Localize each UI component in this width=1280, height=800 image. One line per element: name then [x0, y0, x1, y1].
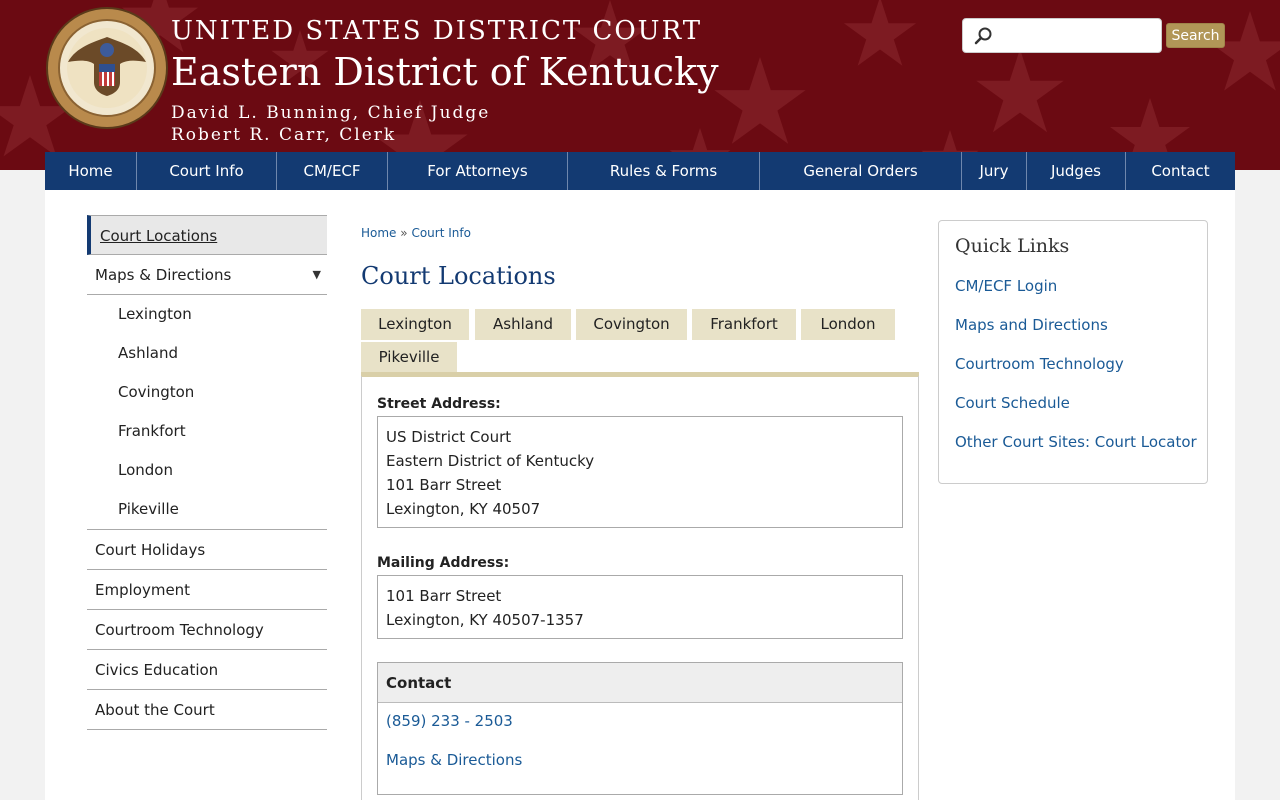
breadcrumb-court-info[interactable]: Court Info	[411, 226, 471, 240]
sidebar-sub-ashland[interactable]: Ashland	[87, 334, 327, 373]
mailing-line: 101 Barr Street	[386, 587, 502, 605]
breadcrumb-home[interactable]: Home	[361, 226, 396, 240]
street-line: Lexington, KY 40507	[386, 500, 541, 518]
quick-link-maps-directions[interactable]: Maps and Directions	[955, 316, 1108, 334]
nav-court-info[interactable]: Court Info	[137, 152, 277, 190]
nav-home[interactable]: Home	[45, 152, 137, 190]
chief-judge-text: David L. Bunning, Chief Judge	[171, 103, 491, 123]
nav-judges[interactable]: Judges	[1027, 152, 1126, 190]
page-title: Court Locations	[361, 262, 556, 290]
quick-link-court-schedule[interactable]: Court Schedule	[955, 394, 1070, 412]
mailing-address-label: Mailing Address:	[377, 555, 510, 571]
search-icon	[974, 27, 992, 45]
sidebar-item-about-court[interactable]: About the Court	[87, 690, 327, 730]
sidebar-item-employment[interactable]: Employment	[87, 570, 327, 610]
sidebar-item-civics-education[interactable]: Civics Education	[87, 650, 327, 690]
quick-links-panel: Quick Links CM/ECF Login Maps and Direct…	[938, 220, 1208, 484]
street-line: Eastern District of Kentucky	[386, 452, 595, 470]
clerk-text: Robert R. Carr, Clerk	[171, 125, 397, 145]
sidebar-sub-pikeville[interactable]: Pikeville	[87, 490, 327, 529]
mailing-address-box: 101 Barr Street Lexington, KY 40507-1357	[377, 575, 903, 639]
tab-london[interactable]: London	[801, 309, 895, 340]
breadcrumb-separator: »	[400, 226, 408, 240]
tab-ashland[interactable]: Ashland	[475, 309, 571, 340]
sidebar-nav: Court Locations Maps & Directions ▼ Lexi…	[87, 215, 327, 730]
contact-box: Contact (859) 233 - 2503 Maps & Directio…	[377, 662, 903, 795]
nav-contact[interactable]: Contact	[1126, 152, 1235, 190]
sidebar-item-courtroom-technology[interactable]: Courtroom Technology	[87, 610, 327, 650]
maps-directions-link[interactable]: Maps & Directions	[386, 751, 522, 769]
quick-link-cmecf-login[interactable]: CM/ECF Login	[955, 277, 1057, 295]
main-nav: Home Court Info CM/ECF For Attorneys Rul…	[45, 152, 1235, 190]
caret-down-icon[interactable]: ▼	[313, 255, 321, 295]
phone-link[interactable]: (859) 233 - 2503	[386, 712, 513, 730]
search-button[interactable]: Search	[1166, 23, 1225, 48]
sidebar-sub-frankfort[interactable]: Frankfort	[87, 412, 327, 451]
nav-cmecf[interactable]: CM/ECF	[277, 152, 388, 190]
site-header: UNITED STATES DISTRICT COURT Eastern Dis…	[0, 0, 1280, 170]
nav-for-attorneys[interactable]: For Attorneys	[388, 152, 568, 190]
search-box	[962, 18, 1162, 53]
street-line: 101 Barr Street	[386, 476, 502, 494]
court-seal-icon	[46, 7, 168, 129]
nav-rules-forms[interactable]: Rules & Forms	[568, 152, 760, 190]
nav-general-orders[interactable]: General Orders	[760, 152, 962, 190]
sidebar-subitems: Lexington Ashland Covington Frankfort Lo…	[87, 295, 327, 530]
quick-link-court-locator[interactable]: Other Court Sites: Court Locator	[955, 433, 1197, 451]
search-input[interactable]	[997, 23, 1157, 48]
sidebar-sub-lexington[interactable]: Lexington	[87, 295, 327, 334]
nav-jury[interactable]: Jury	[962, 152, 1027, 190]
contact-heading: Contact	[378, 663, 902, 703]
sidebar-item-court-holidays[interactable]: Court Holidays	[87, 530, 327, 570]
street-line: US District Court	[386, 428, 512, 446]
sidebar-sub-covington[interactable]: Covington	[87, 373, 327, 412]
mailing-line: Lexington, KY 40507-1357	[386, 611, 584, 629]
sidebar-sub-london[interactable]: London	[87, 451, 327, 490]
tab-covington[interactable]: Covington	[576, 309, 687, 340]
quick-link-courtroom-technology[interactable]: Courtroom Technology	[955, 355, 1124, 373]
street-address-label: Street Address:	[377, 396, 501, 412]
sidebar-item-maps-directions[interactable]: Maps & Directions ▼	[87, 255, 327, 295]
court-name-line1: UNITED STATES DISTRICT COURT	[171, 16, 703, 46]
breadcrumb: Home » Court Info	[361, 226, 471, 240]
tab-lexington[interactable]: Lexington	[361, 309, 469, 340]
sidebar-item-label: Maps & Directions	[95, 266, 232, 284]
street-address-box: US District Court Eastern District of Ke…	[377, 416, 903, 528]
tab-frankfort[interactable]: Frankfort	[692, 309, 796, 340]
sidebar-item-court-locations[interactable]: Court Locations	[87, 215, 327, 255]
court-name-line2[interactable]: Eastern District of Kentucky	[171, 50, 719, 94]
tab-pikeville[interactable]: Pikeville	[361, 342, 457, 373]
quick-links-title: Quick Links	[955, 235, 1070, 257]
